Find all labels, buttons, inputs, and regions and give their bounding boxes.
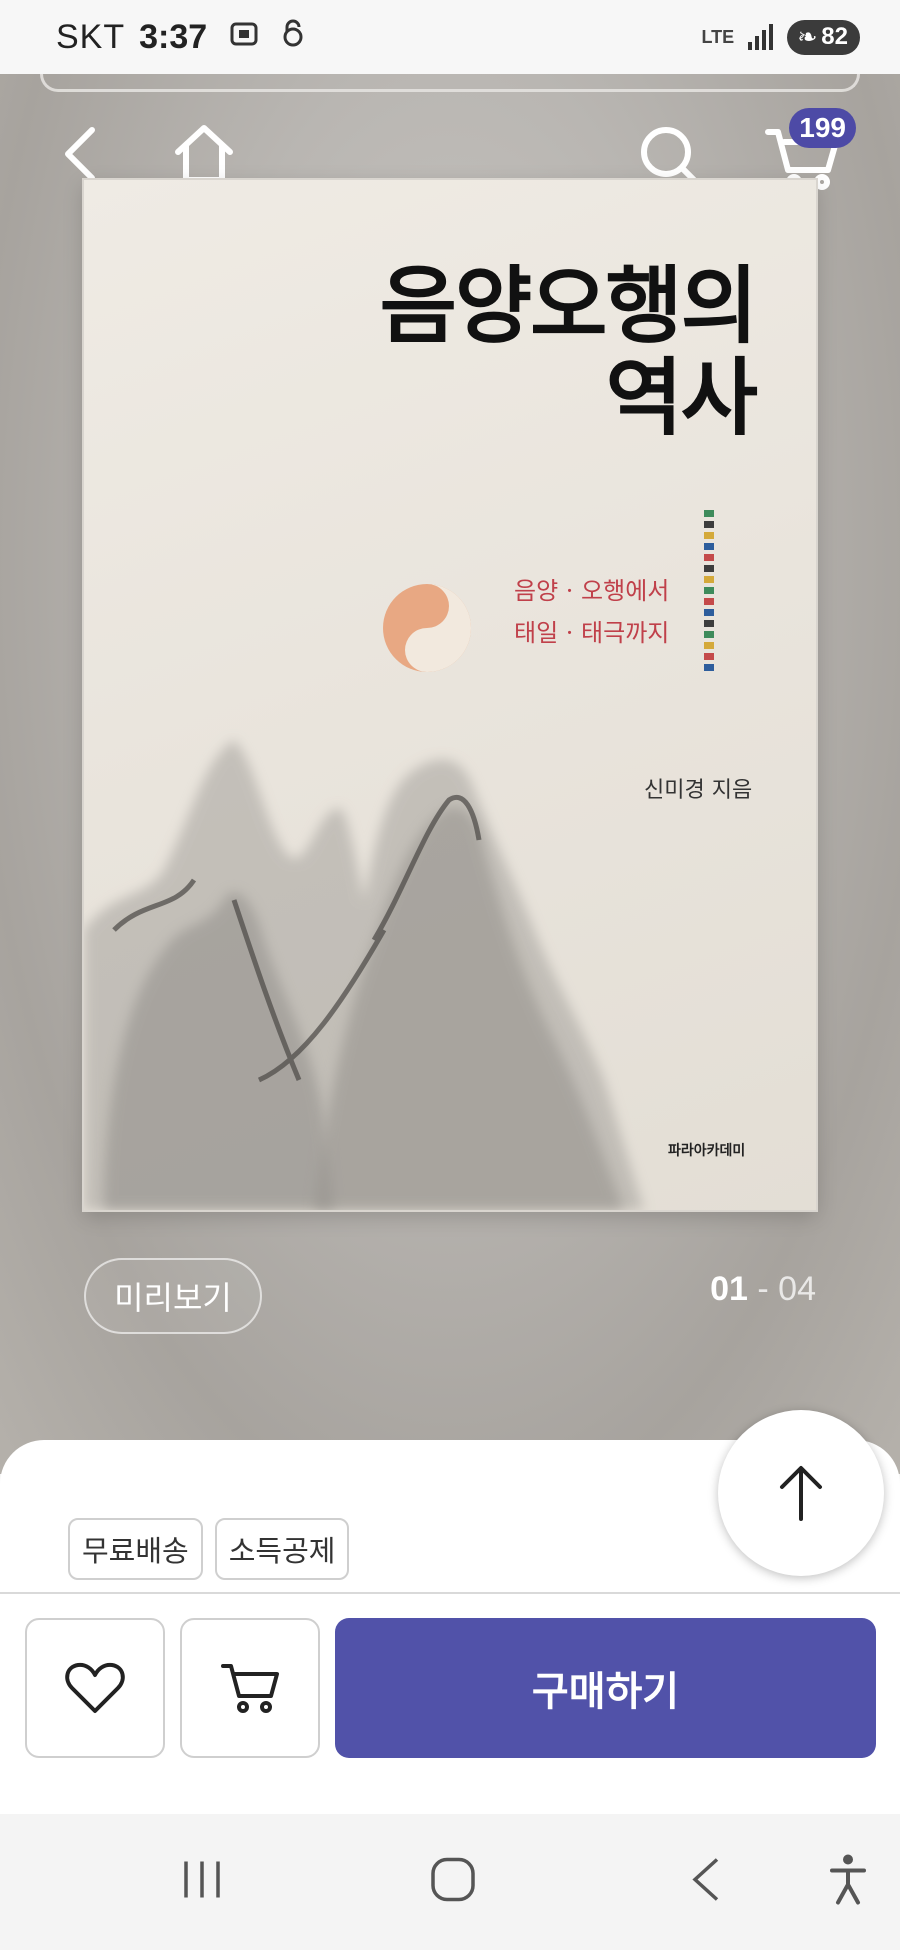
color-strip-segment [704,565,714,572]
color-strip-segment [704,653,714,660]
color-strip-segment [704,521,714,528]
recent-apps-icon [184,1861,220,1898]
color-strip [704,510,714,675]
battery-indicator: ❧ 82 [787,19,860,55]
product-image-gallery[interactable]: 199 음양오행의 역사 음양 · 오행에서 태일 · 태극까지 신미경 지음 [0,74,900,1474]
chevron-left-icon [692,1858,719,1901]
status-bar: SKT 3:37 LTE ❧ 82 [0,0,900,74]
color-strip-segment [704,532,714,539]
benefit-tags: 무료배송 소득공제 [68,1518,350,1580]
ink-mountain-illustration [84,740,644,1210]
recent-apps-button[interactable] [180,1858,224,1907]
leaf-icon: ❧ [797,23,818,51]
carrier-label: SKT [56,17,126,56]
heart-icon [65,1662,125,1713]
book-title-line2: 역사 [605,348,758,448]
color-strip-segment [704,554,714,561]
color-strip-segment [704,620,714,627]
color-strip-segment [704,576,714,583]
system-nav-bar [0,1814,900,1950]
home-icon [175,125,233,183]
preview-button[interactable]: 미리보기 [84,1258,262,1334]
book-publisher: 파라아카데미 [668,1143,746,1159]
book-subtitle-line2: 태일 · 태극까지 [514,619,670,647]
divider [0,1592,900,1594]
book-title: 음양오행의 역사 [379,256,758,448]
color-strip-segment [704,664,714,671]
color-strip-segment [704,543,714,550]
book-subtitle: 음양 · 오행에서 태일 · 태극까지 [514,570,669,654]
lock-icon [281,19,305,56]
back-button[interactable] [60,124,100,184]
color-strip-segment [704,642,714,649]
book-cover[interactable]: 음양오행의 역사 음양 · 오행에서 태일 · 태극까지 신미경 지음 파라아카… [84,180,816,1210]
color-strip-segment [704,609,714,616]
tag-income-deduction: 소득공제 [214,1518,350,1580]
home-button[interactable] [172,122,236,186]
image-page-indicator: 01 - 04 [710,1270,816,1309]
cart-icon [221,1664,279,1713]
screenshot-icon [229,19,259,56]
tag-free-shipping: 무료배송 [68,1518,203,1580]
color-strip-segment [704,631,714,638]
search-bar-shadow [40,74,860,92]
scroll-to-top-button[interactable] [718,1410,884,1576]
accessibility-button[interactable] [828,1853,868,1912]
home-circle-icon [431,1857,475,1902]
clock: 3:37 [139,17,208,56]
arrow-up-icon [780,1466,822,1521]
book-title-line1: 음양오행의 [379,256,758,355]
cart-count-badge: 199 [789,108,856,148]
wishlist-button[interactable] [25,1618,165,1758]
color-strip-segment [704,587,714,594]
add-to-cart-button[interactable] [180,1618,320,1758]
color-strip-segment [704,510,714,517]
network-type: LTE [701,27,735,47]
system-home-button[interactable] [429,1856,477,1909]
page-total: 04 [778,1270,816,1308]
yin-yang-icon [383,584,471,672]
chevron-left-icon [65,127,95,181]
signal-icon [748,24,774,50]
battery-level: 82 [821,23,848,50]
page-separator: - [747,1270,779,1308]
book-subtitle-line1: 음양 · 오행에서 [514,577,670,605]
accessibility-icon [830,1854,866,1905]
color-strip-segment [704,598,714,605]
buy-button[interactable]: 구매하기 [335,1618,876,1758]
page-current: 01 [710,1270,748,1308]
system-back-button[interactable] [689,1856,723,1909]
